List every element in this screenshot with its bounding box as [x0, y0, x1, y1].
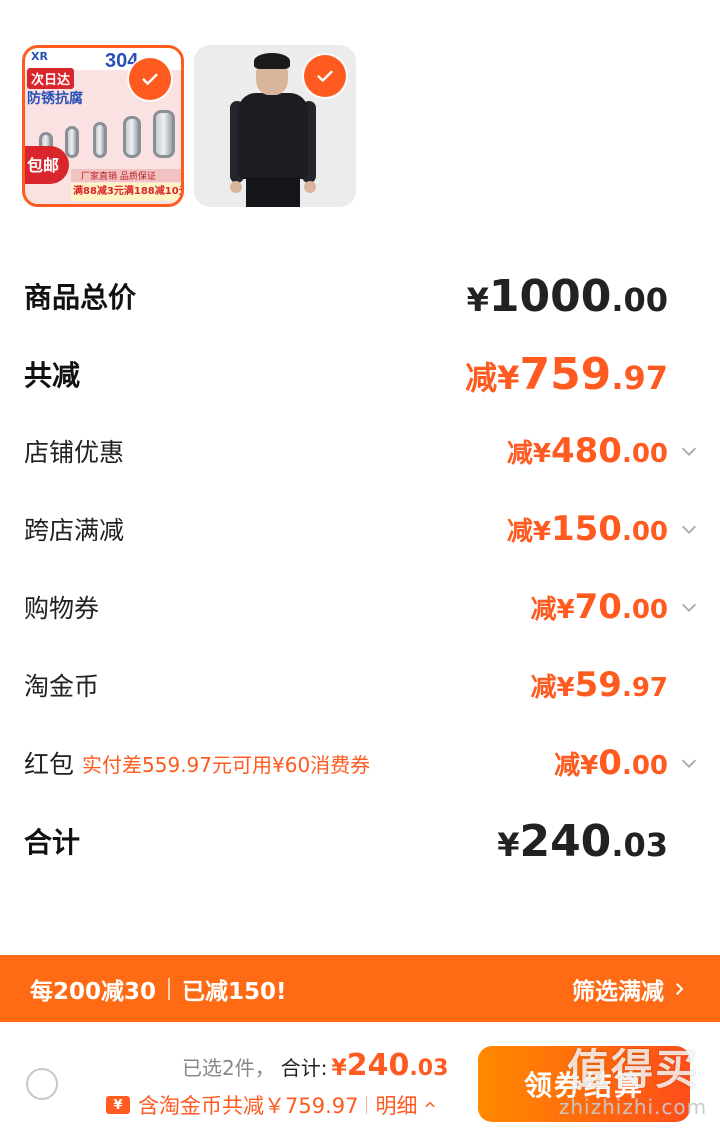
selection-summary: 已选2件， 合计: ¥240.03 — [182, 1048, 448, 1083]
chevron-up-icon — [425, 1101, 436, 1108]
discount-value: 减¥ 480.00 — [507, 431, 668, 471]
discount-label: 红包 — [24, 750, 75, 779]
total-label: 合计: — [280, 1056, 328, 1080]
product-image-promo-strip: 满88减3元满188减10元 — [71, 183, 181, 201]
promo-saved: 已减150! — [182, 978, 287, 1005]
amount-decimal: .03 — [611, 825, 668, 864]
discount-label: 店铺优惠 — [24, 438, 125, 467]
coin-discount-summary[interactable]: ¥ 含淘金币共减￥759.97 明细 — [106, 1090, 437, 1120]
discount-label: 购物券 — [24, 594, 100, 623]
product-image-rust-tag: 防锈抗腐 — [27, 91, 83, 107]
chevron-down-icon[interactable] — [678, 518, 700, 540]
discount-value: 减¥ 0.00 — [554, 743, 668, 783]
divider — [366, 1096, 368, 1114]
total-reduction-value: 减¥ 759.97 — [465, 349, 668, 400]
model-legs-image — [246, 177, 300, 207]
amount-integer: 150 — [550, 509, 622, 549]
checkmark-icon[interactable] — [129, 58, 171, 100]
currency-prefix: 减¥ — [506, 439, 551, 469]
discount-label: 淘金币 — [24, 672, 100, 701]
product-thumbnail-clamps[interactable]: XR 304 次日达 防锈抗腐 包邮 厂家直销 品质保证 满88减3元满188减… — [22, 45, 184, 207]
grand-total-value: ¥240.03 — [497, 816, 668, 867]
product-thumbnail-vest[interactable] — [194, 45, 356, 207]
amount-decimal: .00 — [621, 517, 668, 547]
grand-total-label: 合计 — [24, 826, 81, 859]
amount-integer: 0 — [598, 743, 622, 783]
currency-prefix: ¥ — [466, 280, 489, 319]
divider — [168, 977, 171, 1000]
chevron-down-icon[interactable] — [678, 440, 700, 462]
model-hand-image — [304, 181, 316, 193]
model-hand-image — [230, 181, 242, 193]
currency-prefix: ¥ — [497, 825, 520, 864]
amount-decimal: .00 — [621, 751, 668, 781]
product-image-free-shipping: 包邮 — [25, 146, 69, 184]
total-price-row: 商品总价 ¥1000.00 — [24, 271, 700, 322]
product-image-brand: XR — [31, 50, 48, 63]
discount-value: 减¥ 70.00 — [531, 587, 668, 627]
filter-promotions-link[interactable]: 筛选满减 — [572, 972, 688, 1006]
amount-decimal: .00 — [611, 280, 668, 319]
amount-integer: 1000 — [488, 270, 612, 322]
promo-rule: 每200减30 — [30, 978, 157, 1005]
amount-decimal: .97 — [611, 358, 668, 397]
model-hair-image — [254, 53, 290, 69]
amount-decimal: .97 — [621, 673, 668, 703]
black-vest-image — [238, 93, 308, 179]
discount-row-cross-store[interactable]: 跨店满减 减¥ 150.00 — [24, 508, 700, 550]
product-image-factory-strip: 厂家直销 品质保证 — [71, 169, 181, 182]
discount-label: 跨店满减 — [24, 516, 125, 545]
amount-integer: 240 — [346, 1048, 410, 1083]
total-reduction-row: 共减 减¥ 759.97 — [24, 349, 700, 400]
grand-total-row: 合计 ¥240.03 — [24, 815, 700, 867]
amount-integer: 70 — [574, 587, 622, 627]
amount-integer: 759 — [519, 348, 612, 400]
amount-integer: 480 — [550, 431, 622, 471]
hose-clamp-image — [65, 126, 79, 158]
hose-clamp-image — [153, 110, 175, 158]
amount-decimal: .00 — [621, 439, 668, 469]
total-amount: ¥240.03 — [331, 1048, 448, 1083]
currency-prefix: ¥ — [331, 1056, 347, 1081]
promo-banner[interactable]: 每200减30 已减150! 筛选满减 — [0, 955, 720, 1022]
coin-ticket-icon: ¥ — [106, 1096, 130, 1114]
total-price-value: ¥1000.00 — [467, 271, 668, 322]
amount-integer: 59 — [574, 665, 622, 705]
red-packet-note: 实付差559.97元可用¥60消费券 — [82, 752, 371, 777]
total-price-label: 商品总价 — [24, 281, 137, 314]
currency-prefix: 减¥ — [506, 517, 551, 547]
amount-decimal: .00 — [621, 595, 668, 625]
discount-row-red-packet[interactable]: 红包 实付差559.97元可用¥60消费券 减¥ 0.00 — [24, 742, 700, 784]
currency-prefix: 减¥ — [530, 673, 575, 703]
select-all-radio[interactable] — [26, 1068, 58, 1100]
detail-link[interactable]: 明细 — [375, 1090, 417, 1120]
discount-row-taojinbi: 淘金币 减¥ 59.97 — [24, 664, 700, 706]
product-image-next-day-tag: 次日达 — [27, 68, 75, 89]
selected-count: 已选2件， — [182, 1056, 275, 1080]
hose-clamp-image — [93, 122, 107, 158]
currency-prefix: 减¥ — [465, 358, 520, 397]
hose-clamp-image — [123, 116, 141, 158]
total-reduction-label: 共减 — [24, 359, 81, 392]
discount-row-shop[interactable]: 店铺优惠 减¥ 480.00 — [24, 430, 700, 472]
chevron-down-icon[interactable] — [678, 596, 700, 618]
amount-integer: 240 — [519, 815, 612, 867]
checkout-bar: 已选2件， 合计: ¥240.03 ¥ 含淘金币共减￥759.97 明细 领券结… — [0, 1022, 720, 1131]
filter-promotions-label: 筛选满减 — [572, 978, 664, 1005]
currency-prefix: 减¥ — [530, 595, 575, 625]
discount-value: 减¥ 59.97 — [531, 665, 668, 705]
discount-row-coupon[interactable]: 购物券 减¥ 70.00 — [24, 586, 700, 628]
amount-decimal: .03 — [409, 1056, 449, 1081]
checkout-button[interactable]: 领券结算 — [478, 1046, 690, 1122]
currency-prefix: 减¥ — [554, 751, 599, 781]
coin-discount-text: 含淘金币共减￥759.97 — [138, 1094, 359, 1118]
chevron-right-icon — [676, 982, 684, 995]
discount-value: 减¥ 150.00 — [507, 509, 668, 549]
checkmark-icon[interactable] — [304, 55, 346, 97]
chevron-down-icon[interactable] — [678, 752, 700, 774]
